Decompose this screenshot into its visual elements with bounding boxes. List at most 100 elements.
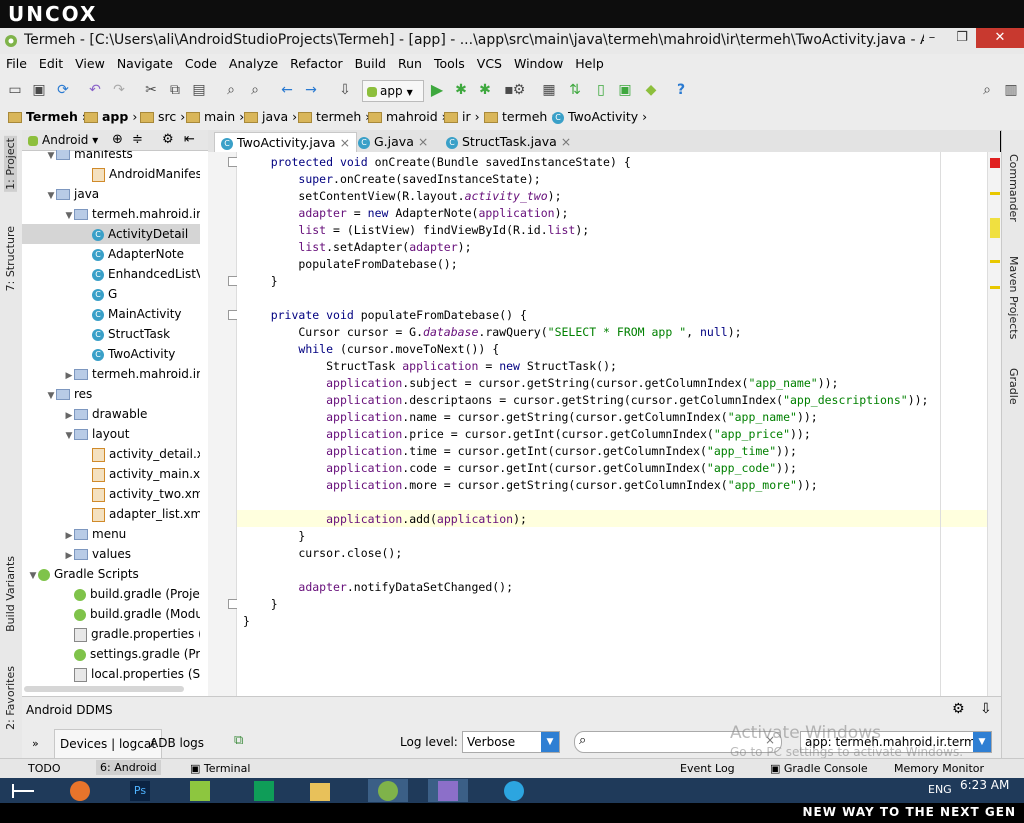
build-variants-tool-button[interactable]: Build Variants (4, 556, 17, 632)
tree-item[interactable]: C ActivityDetail (22, 224, 200, 244)
more-tabs-icon[interactable]: » (32, 737, 39, 750)
menu-analyze[interactable]: Analyze (223, 54, 284, 74)
breadcrumb-item[interactable]: Termeh › (8, 109, 87, 124)
avd-manager-icon[interactable]: ▯ (592, 81, 610, 99)
start-windows-icon[interactable] (2, 779, 42, 802)
tree-item[interactable]: ▶ termeh.mahroid.ir (androidTest) (22, 364, 200, 384)
code-editor[interactable]: protected void onCreate(Bundle savedInst… (237, 152, 987, 696)
tree-item[interactable]: settings.gradle (Project Settings) (22, 644, 200, 664)
collapse-arrow-icon[interactable]: ▶ (64, 366, 74, 384)
expand-arrow-icon[interactable]: ▼ (64, 206, 74, 224)
close-tab-icon[interactable]: × (561, 134, 571, 149)
tree-item[interactable]: ▼ res (22, 384, 200, 404)
breadcrumb-item[interactable]: termeh › (484, 109, 556, 124)
file-explorer-icon[interactable] (300, 779, 340, 802)
menu-help[interactable]: Help (569, 54, 610, 74)
commander-tool-button[interactable]: Commander (1007, 154, 1020, 222)
status-terminal[interactable]: ▣ Terminal (190, 762, 250, 775)
tree-item[interactable]: local.properties (SDK Location) (22, 664, 200, 684)
tree-item[interactable]: C MainActivity (22, 304, 200, 324)
sdk-manager-icon[interactable]: ▦ (540, 81, 558, 99)
redo-icon[interactable]: ↷ (110, 81, 128, 99)
breadcrumb-item[interactable]: termeh › (298, 109, 370, 124)
expand-arrow-icon[interactable]: ▼ (64, 426, 74, 444)
telegram-icon[interactable] (494, 779, 534, 802)
collapse-arrow-icon[interactable]: ▶ (64, 546, 74, 564)
scroll-from-source-icon[interactable]: ⊕ (112, 132, 123, 147)
project-tool-button[interactable]: 1: Project (4, 136, 17, 192)
warning-marker[interactable] (990, 218, 1000, 238)
warning-marker[interactable] (990, 260, 1000, 263)
tree-item[interactable]: build.gradle (Module: app) (22, 604, 200, 624)
expand-arrow-icon[interactable]: ▼ (46, 386, 56, 404)
tray-clock[interactable]: 6:23 AM (960, 778, 1009, 792)
menu-build[interactable]: Build (349, 54, 392, 74)
cut-icon[interactable]: ✂ (142, 81, 160, 99)
maven-projects-tool-button[interactable]: Maven Projects (1007, 256, 1020, 339)
paste-icon[interactable]: ▤ (190, 81, 208, 99)
menu-edit[interactable]: Edit (33, 54, 69, 74)
layout-icon[interactable]: ▥ (1002, 81, 1020, 99)
tree-item[interactable]: C EnhandcedListView (22, 264, 200, 284)
structure-tool-button[interactable]: 7: Structure (4, 226, 17, 291)
replace-icon[interactable]: ⌕ (246, 81, 264, 99)
settings-icon[interactable]: ⚙ (952, 701, 965, 717)
status-memory-monitor[interactable]: Memory Monitor (894, 762, 984, 775)
horizontal-scrollbar[interactable] (24, 686, 184, 692)
android-monitor-icon[interactable]: ◆ (642, 81, 660, 99)
photoshop-icon[interactable]: Ps (120, 779, 160, 802)
tree-item[interactable]: activity_detail.xml (22, 444, 200, 464)
tree-item[interactable]: ▼ java (22, 184, 200, 204)
save-icon[interactable]: ▣ (30, 81, 48, 99)
breadcrumb-item[interactable]: mahroid › (368, 109, 447, 124)
tree-item[interactable]: CG (22, 284, 200, 304)
tree-item[interactable]: ▼ Gradle Scripts (22, 564, 200, 584)
tree-item[interactable]: ▶ values (22, 544, 200, 564)
attach-debugger-icon[interactable]: ✱ (476, 81, 494, 99)
search-everywhere-icon[interactable]: ⌕ (978, 81, 996, 99)
tree-item[interactable]: C AdapterNote (22, 244, 200, 264)
forward-icon[interactable]: → (302, 81, 320, 99)
tree-item[interactable]: ▶ drawable (22, 404, 200, 424)
visual-studio-icon[interactable] (428, 779, 468, 802)
tree-item[interactable]: AndroidManifest.xml (22, 164, 200, 184)
log-level-select[interactable]: Verbose ▼ (462, 731, 560, 753)
menu-vcs[interactable]: VCS (471, 54, 508, 74)
warning-marker[interactable] (990, 192, 1000, 195)
expand-arrow-icon[interactable]: ▼ (46, 186, 56, 204)
project-structure-icon[interactable]: ⚙ (510, 81, 528, 99)
tab-g[interactable]: C G.java × (352, 132, 434, 152)
expand-arrow-icon[interactable]: ▼ (28, 566, 38, 584)
back-icon[interactable]: ← (278, 81, 296, 99)
tree-item[interactable]: build.gradle (Project: Termeh) (22, 584, 200, 604)
menu-refactor[interactable]: Refactor (284, 54, 348, 74)
open-folder-icon[interactable]: ▭ (6, 81, 24, 99)
collapse-arrow-icon[interactable]: ▶ (64, 406, 74, 424)
bluestacks-icon[interactable] (180, 779, 220, 802)
debug-icon[interactable]: ✱ (452, 81, 470, 99)
warning-marker[interactable] (990, 286, 1000, 289)
sync-icon[interactable]: ⟳ (54, 81, 72, 99)
tree-item[interactable]: gradle.properties (Project Properties) (22, 624, 200, 644)
firefox-icon[interactable] (60, 779, 100, 802)
menu-navigate[interactable]: Navigate (111, 54, 179, 74)
breadcrumb-item[interactable]: C TwoActivity › (552, 109, 647, 124)
gradle-tool-button[interactable]: Gradle (1007, 368, 1020, 405)
restart-icon[interactable]: ⧉ (234, 733, 243, 748)
find-icon[interactable]: ⌕ (222, 81, 240, 99)
tray-lang[interactable]: ENG (928, 783, 952, 796)
menu-window[interactable]: Window (508, 54, 569, 74)
expand-arrow-icon[interactable]: ▼ (46, 150, 56, 164)
tree-item[interactable]: adapter_list.xml (22, 504, 200, 524)
menu-view[interactable]: View (69, 54, 111, 74)
run-icon[interactable]: ▶ (428, 81, 446, 99)
minimize-button[interactable]: – (918, 28, 946, 48)
tree-item[interactable]: C TwoActivity (22, 344, 200, 364)
device-monitor-icon[interactable]: ▣ (616, 81, 634, 99)
view-selector-android[interactable]: Android ▾ (28, 133, 98, 147)
tree-item[interactable]: ▼ manifests (22, 150, 200, 164)
maximize-button[interactable]: ❐ (948, 28, 976, 48)
collapse-all-icon[interactable]: ≑ (132, 132, 143, 147)
status-todo[interactable]: TODO (28, 762, 61, 775)
tree-item[interactable]: activity_two.xml (22, 484, 200, 504)
